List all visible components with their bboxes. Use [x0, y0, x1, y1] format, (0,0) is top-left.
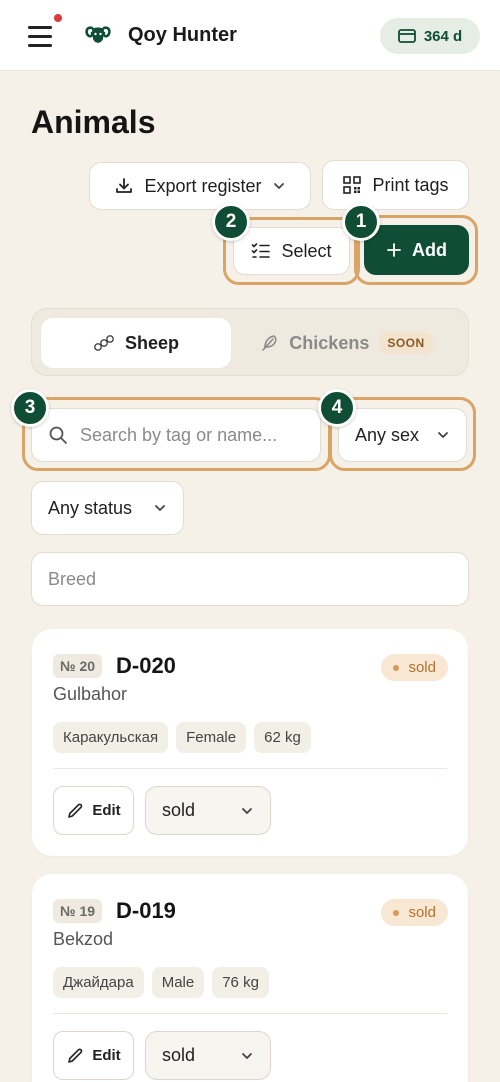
days-remaining-badge[interactable]: 364 d — [380, 18, 480, 54]
soon-badge: SOON — [379, 332, 433, 354]
card-divider — [53, 768, 447, 769]
status-badge: sold — [381, 899, 448, 926]
status-filter-value: Any status — [48, 497, 133, 518]
status-select[interactable]: sold — [145, 1031, 271, 1080]
animal-card[interactable]: № 19 D-019 Bekzod sold Джайдара Male 76 … — [32, 874, 468, 1082]
chevron-down-icon — [155, 505, 165, 511]
status-select-value: sold — [162, 800, 196, 820]
tab-chickens[interactable]: Chickens SOON — [232, 318, 460, 368]
step-badge-4: 4 — [318, 389, 356, 427]
tab-chickens-label: Chickens — [289, 332, 370, 353]
top-bar: Qoy Hunter 364 d — [0, 0, 500, 71]
status-select-value: sold — [162, 1045, 196, 1065]
days-remaining-text: 364 d — [423, 27, 463, 45]
search-icon — [49, 426, 67, 444]
step-badge-3: 3 — [11, 389, 49, 427]
sex-filter-select[interactable]: Any sex — [338, 408, 467, 462]
pencil-icon — [68, 1047, 83, 1063]
animal-attributes: Джайдара Male 76 kg — [53, 967, 269, 998]
status-badge-text: sold — [408, 659, 436, 676]
status-dot — [393, 664, 400, 671]
add-animal-button[interactable]: Add — [364, 225, 469, 275]
animal-name: Bekzod — [53, 929, 114, 949]
animal-attributes: Каракульская Female 62 kg — [53, 722, 311, 753]
select-label: Select — [281, 240, 332, 261]
status-dot — [393, 909, 400, 916]
status-filter-select[interactable]: Any status — [31, 481, 184, 535]
export-register-label: Export register — [144, 175, 262, 196]
animal-name: Gulbahor — [53, 684, 128, 704]
step-badge-1: 1 — [342, 203, 380, 241]
sex-filter-value: Any sex — [355, 424, 420, 445]
export-register-button[interactable]: Export register — [89, 162, 311, 210]
download-icon — [116, 178, 133, 193]
search-input[interactable] — [80, 424, 300, 446]
animal-tag: D-019 — [116, 898, 176, 923]
weight-chip: 62 kg — [254, 722, 311, 753]
chevron-down-icon — [438, 432, 448, 438]
notification-dot — [54, 14, 62, 22]
chevron-down-icon — [242, 807, 252, 814]
qr-code-icon — [343, 176, 362, 194]
print-tags-label: Print tags — [372, 174, 449, 195]
breed-chip: Джайдара — [53, 967, 144, 998]
tab-sheep[interactable]: Sheep — [41, 318, 231, 368]
status-badge: sold — [381, 654, 448, 681]
edit-button[interactable]: Edit — [53, 1031, 134, 1080]
breed-input[interactable] — [48, 568, 448, 590]
animal-card[interactable]: № 20 D-020 Gulbahor sold Каракульская Fe… — [32, 629, 468, 856]
tab-sheep-label: Sheep — [124, 332, 180, 353]
sheep-icon — [94, 335, 114, 351]
pencil-icon — [68, 802, 83, 818]
print-tags-button[interactable]: Print tags — [322, 160, 469, 210]
feather-icon — [262, 335, 277, 351]
chevron-down-icon — [273, 183, 284, 189]
status-select[interactable]: sold — [145, 786, 271, 835]
status-badge-text: sold — [408, 904, 436, 921]
search-field[interactable] — [31, 408, 321, 462]
checklist-icon — [252, 243, 271, 258]
animal-number: № 19 — [53, 899, 103, 923]
sex-chip: Male — [151, 967, 205, 998]
animal-number: № 20 — [53, 654, 103, 678]
card-divider — [53, 1013, 447, 1014]
ram-logo-icon — [85, 26, 111, 43]
edit-button[interactable]: Edit — [53, 786, 134, 835]
species-tabs: Sheep Chickens SOON — [31, 308, 469, 376]
edit-label: Edit — [92, 1047, 121, 1064]
chevron-down-icon — [242, 1052, 252, 1059]
edit-label: Edit — [92, 802, 121, 819]
menu-icon[interactable] — [28, 25, 54, 47]
select-button[interactable]: Select — [233, 227, 350, 275]
weight-chip: 76 kg — [212, 967, 269, 998]
plus-icon — [387, 243, 401, 257]
animal-tag: D-020 — [116, 653, 176, 678]
app-name: Qoy Hunter — [128, 24, 237, 46]
add-label: Add — [412, 239, 447, 260]
sex-chip: Female — [176, 722, 247, 753]
breed-filter[interactable] — [31, 552, 469, 606]
page-title: Animals — [31, 104, 156, 140]
breed-chip: Каракульская — [53, 722, 169, 753]
card-icon — [397, 29, 416, 43]
step-badge-2: 2 — [212, 203, 250, 241]
